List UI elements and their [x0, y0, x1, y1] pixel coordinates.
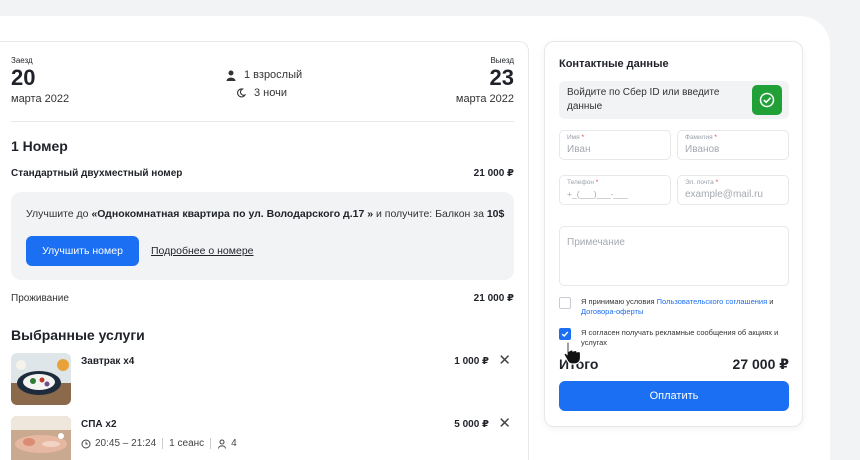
- stay-label: Проживание: [11, 293, 69, 304]
- ads-text: Я согласен получать рекламные сообщения …: [581, 328, 779, 347]
- checkin-date: Заезд 20 марта 2022: [11, 56, 69, 105]
- service-sessions: 1 сеанс: [169, 438, 205, 449]
- person-icon: [226, 70, 236, 81]
- checkin-day: 20: [11, 65, 36, 90]
- last-name-field[interactable]: Фамилия * Иванов: [677, 130, 789, 160]
- clock-icon: [81, 439, 91, 448]
- last-name-value: Иванов: [685, 144, 720, 155]
- checkin-month: марта 2022: [11, 93, 70, 105]
- remove-service-button[interactable]: ✕: [498, 416, 511, 431]
- rooms-heading: 1 Номер: [11, 138, 68, 154]
- checkin-label: Заезд: [11, 56, 33, 65]
- checkout-month: марта 2022: [455, 93, 514, 105]
- person-outline-icon: [218, 439, 227, 449]
- room-details-link[interactable]: Подробнее о номере: [151, 245, 254, 257]
- phone-field[interactable]: Телефон * +_(___)___-___: [559, 175, 671, 205]
- ads-consent: Я согласен получать рекламные сообщения …: [559, 328, 802, 348]
- divider: [11, 121, 514, 122]
- email-value: example@mail.ru: [685, 189, 763, 200]
- contact-title: Контактные данные: [559, 58, 669, 70]
- stay-price: 21 000 ₽: [473, 293, 514, 304]
- pay-button[interactable]: Оплатить: [559, 381, 789, 411]
- terms-checkbox[interactable]: [559, 297, 571, 309]
- service-time: 20:45 – 21:24: [95, 438, 157, 449]
- mouse-pointer-icon: [563, 341, 582, 365]
- checkout-day: 23: [489, 65, 514, 90]
- booking-summary: Заезд 20 марта 2022 1 взрослый 3 ночи Вы…: [0, 41, 529, 460]
- checkmark-icon: [561, 331, 569, 337]
- service-price: 5 000 ₽: [454, 419, 489, 430]
- breakfast-image: [11, 353, 71, 405]
- offer-contract-link[interactable]: Договора-оферты: [581, 307, 643, 316]
- upgrade-target: «Однокомнатная квартира по ул. Володарск…: [91, 208, 374, 220]
- guests-count: 1 взрослый: [244, 69, 303, 81]
- moon-icon: [237, 88, 246, 98]
- stay-dates: Заезд 20 марта 2022 1 взрослый 3 ночи Вы…: [11, 56, 514, 122]
- phone-label: Телефон: [567, 179, 594, 186]
- note-field[interactable]: Примечание: [559, 226, 789, 286]
- phone-value: +_(___)___-___: [567, 189, 628, 199]
- service-meta: 20:45 – 21:24 1 сеанс 4: [81, 438, 237, 449]
- upgrade-offer: Улучшите до «Однокомнатная квартира по у…: [11, 192, 514, 280]
- sber-id-button[interactable]: [752, 85, 782, 115]
- email-field[interactable]: Эл. почта * example@mail.ru: [677, 175, 789, 205]
- upgrade-price: 10$: [486, 208, 505, 220]
- checkout-date: Выезд 23 марта 2022: [456, 56, 514, 105]
- sber-id-text: Войдите по Сбер ID или введите данные: [567, 87, 720, 112]
- upgrade-room-button[interactable]: Улучшить номер: [26, 236, 139, 266]
- first-name-field[interactable]: Имя * Иван: [559, 130, 671, 160]
- service-name: СПА x2: [81, 419, 117, 430]
- room-price: 21 000 ₽: [473, 168, 514, 179]
- last-name-label: Фамилия: [685, 134, 713, 141]
- remove-service-button[interactable]: ✕: [498, 353, 511, 368]
- note-placeholder: Примечание: [567, 237, 625, 248]
- service-item: Завтрак x4 1 000 ₽ ✕: [11, 353, 514, 405]
- services-heading: Выбранные услуги: [11, 327, 145, 343]
- terms-text: Я принимаю условия Пользовательского сог…: [581, 297, 774, 316]
- total-row: Итого 27 000 ₽: [559, 356, 789, 373]
- nights-count: 3 ночи: [254, 87, 287, 99]
- checkout-label: Выезд: [490, 56, 514, 65]
- room-name: Стандартный двухместный номер: [11, 168, 183, 179]
- sber-id-login[interactable]: Войдите по Сбер ID или введите данные: [559, 81, 789, 119]
- user-agreement-link[interactable]: Пользовательского соглашения: [657, 297, 768, 306]
- upgrade-text: Улучшите до «Однокомнатная квартира по у…: [26, 208, 505, 220]
- service-price: 1 000 ₽: [454, 356, 489, 367]
- service-item: СПА x2 5 000 ₽ ✕ 20:45 – 21:24 1 сеанс 4: [11, 416, 514, 460]
- first-name-value: Иван: [567, 144, 591, 155]
- ads-checkbox[interactable]: [559, 328, 571, 340]
- stay-line: Проживание 21 000 ₽: [11, 293, 514, 304]
- guests-info: 1 взрослый 3 ночи: [226, 66, 302, 102]
- service-name: Завтрак x4: [81, 356, 135, 367]
- service-people: 4: [231, 438, 237, 449]
- total-value: 27 000 ₽: [732, 356, 789, 372]
- room-line: Стандартный двухместный номер 21 000 ₽: [11, 168, 514, 179]
- first-name-label: Имя: [567, 134, 580, 141]
- terms-agreement: Я принимаю условия Пользовательского сог…: [559, 297, 802, 317]
- spa-image: [11, 416, 71, 460]
- contact-panel: Контактные данные Войдите по Сбер ID или…: [544, 41, 803, 427]
- email-label: Эл. почта: [685, 179, 714, 186]
- sber-logo-icon: [759, 92, 775, 108]
